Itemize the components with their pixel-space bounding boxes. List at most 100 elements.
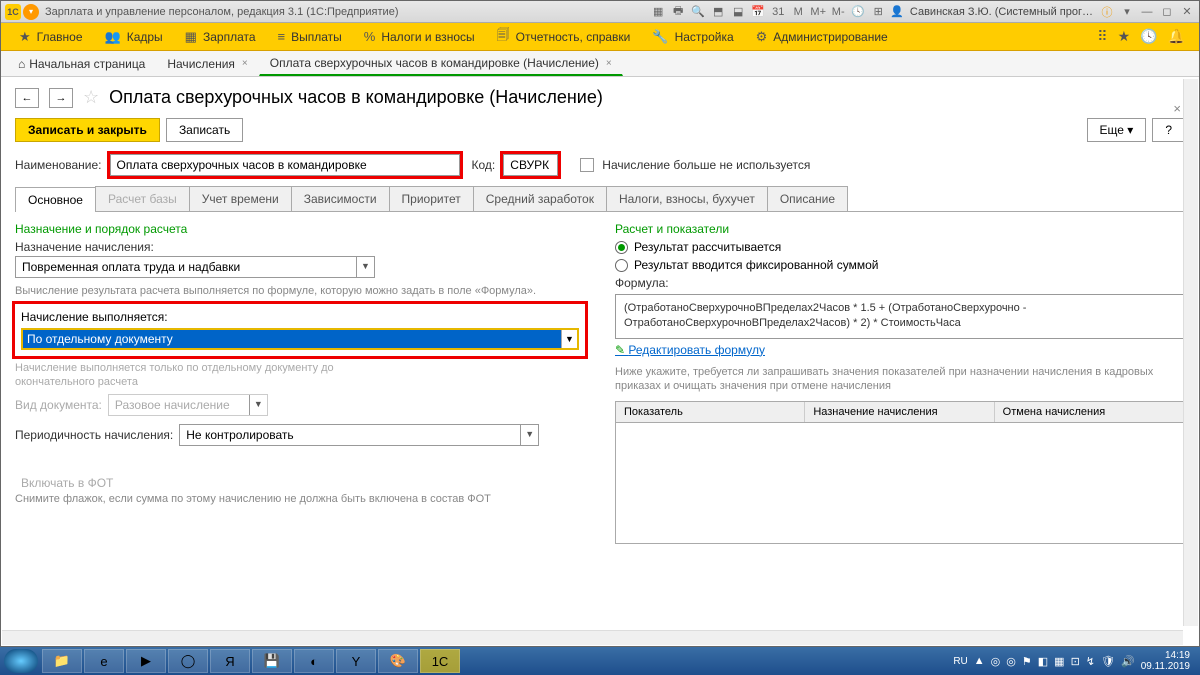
tab-sredniy[interactable]: Средний заработок — [473, 186, 607, 211]
dropdown-icon[interactable]: ▾ — [1119, 4, 1135, 20]
user-icon: 👤 — [890, 5, 904, 18]
tray-icon[interactable]: ◎ — [991, 655, 1001, 668]
panel-close-icon[interactable]: × — [1173, 101, 1181, 116]
crumb-tab2[interactable]: Оплата сверхурочных часов в командировке… — [259, 51, 623, 76]
formula-box: (ОтработаноСверхурочноВПределах2Часов * … — [615, 294, 1185, 339]
info-icon[interactable]: ⓘ — [1099, 4, 1115, 20]
clock-icon[interactable]: 🕓 — [850, 4, 866, 20]
menu-zarplata[interactable]: ▦Зарплата — [175, 25, 266, 49]
more-button[interactable]: Еще ▾ — [1087, 118, 1147, 142]
save-button[interactable]: Записать — [166, 118, 243, 142]
tb-icon[interactable]: ⬓ — [730, 4, 746, 20]
radio-icon — [615, 241, 628, 254]
menu-main[interactable]: ★Главное — [9, 25, 93, 49]
clock[interactable]: 14:19 09.11.2019 — [1141, 650, 1190, 672]
taskbar-ie[interactable]: e — [84, 649, 124, 673]
close-tab-icon[interactable]: × — [606, 58, 612, 69]
taskbar-explorer[interactable]: 📁 — [42, 649, 82, 673]
tb-icon[interactable]: ▦ — [650, 4, 666, 20]
help-button[interactable]: ? — [1152, 118, 1185, 142]
m-icon[interactable]: M — [790, 4, 806, 20]
tab-prior[interactable]: Приоритет — [389, 186, 474, 211]
maximize-icon[interactable]: ◻ — [1159, 4, 1175, 20]
volume-icon[interactable]: 🔊 — [1121, 655, 1135, 668]
tb-icon[interactable]: ⊞ — [870, 4, 886, 20]
page-header: ← → ☆ Оплата сверхурочных часов в команд… — [1, 77, 1199, 114]
name-row: Наименование: Код: Начисление больше не … — [1, 150, 1199, 180]
tray-icon[interactable]: ◧ — [1038, 655, 1048, 668]
radio-fixed[interactable]: Результат вводится фиксированной суммой — [615, 258, 1185, 272]
not-used-checkbox[interactable] — [580, 158, 594, 172]
tab-raschet-bazy[interactable]: Расчет базы — [95, 186, 190, 211]
menu-admin[interactable]: ⚙Администрирование — [746, 25, 898, 49]
favorite-icon[interactable]: ☆ — [83, 87, 99, 108]
history-icon[interactable]: 🕓 — [1140, 28, 1157, 45]
tab-uchet[interactable]: Учет времени — [189, 186, 292, 211]
m-minus-icon[interactable]: M- — [830, 4, 846, 20]
edit-formula-link[interactable]: Редактировать формулу — [615, 343, 765, 357]
period-select[interactable]: Не контролировать ▼ — [179, 424, 539, 446]
app-menu-dropdown-icon[interactable]: ▾ — [23, 4, 39, 20]
chevron-down-icon[interactable]: ▼ — [520, 425, 538, 445]
page-title: Оплата сверхурочных часов в командировке… — [109, 87, 603, 108]
tab-osnovnoe[interactable]: Основное — [15, 187, 96, 212]
search-icon[interactable]: 🔍 — [690, 4, 706, 20]
taskbar-1c[interactable]: 1C — [420, 649, 460, 673]
tray-icon[interactable]: 🛡 — [1101, 655, 1115, 668]
calendar-icon[interactable]: 📅 — [750, 4, 766, 20]
chevron-down-icon[interactable]: ▼ — [356, 257, 374, 277]
menu-kadry[interactable]: 👥Кадры — [95, 25, 173, 49]
tb-icon[interactable]: ⬒ — [710, 4, 726, 20]
tray-icon[interactable]: ⚑ — [1022, 655, 1032, 668]
purpose-select[interactable]: Повременная оплата труда и надбавки ▼ — [15, 256, 375, 278]
taskbar-app[interactable]: ◐ — [294, 649, 334, 673]
menu-nalogi[interactable]: %Налоги и взносы — [354, 25, 485, 48]
close-tab-icon[interactable]: × — [242, 58, 248, 69]
code-input[interactable] — [503, 154, 558, 176]
taskbar-chrome[interactable]: ◯ — [168, 649, 208, 673]
menu-nastroika[interactable]: 🔧Настройка — [642, 25, 743, 49]
star-fav-icon[interactable]: ★ — [1118, 28, 1131, 45]
bell-icon[interactable]: 🔔 — [1168, 28, 1185, 45]
grid-body[interactable] — [616, 423, 1184, 543]
taskbar-paint[interactable]: 🎨 — [378, 649, 418, 673]
apps-icon[interactable]: ⠿ — [1097, 28, 1107, 45]
scrollbar-horizontal[interactable] — [2, 630, 1183, 645]
forward-button[interactable]: → — [49, 88, 73, 108]
tray-icon[interactable]: ▲ — [974, 655, 985, 667]
minimize-icon[interactable]: — — [1139, 4, 1155, 20]
crumb-home[interactable]: ⌂Начальная страница — [7, 52, 156, 76]
taskbar-app[interactable]: Y — [336, 649, 376, 673]
tray-icon[interactable]: ⊡ — [1071, 655, 1080, 668]
tray-icon[interactable]: ◎ — [1006, 655, 1016, 668]
gear-icon: ⚙ — [756, 29, 768, 45]
close-icon[interactable]: ✕ — [1179, 4, 1195, 20]
taskbar-app[interactable]: ▶ — [126, 649, 166, 673]
tab-nalogi[interactable]: Налоги, взносы, бухучет — [606, 186, 768, 211]
tray-icon[interactable]: ▦ — [1054, 655, 1064, 668]
print-icon[interactable]: 🖶 — [670, 4, 686, 20]
save-close-button[interactable]: Записать и закрыть — [15, 118, 160, 142]
start-button[interactable] — [4, 649, 38, 673]
percent-icon: % — [364, 29, 376, 44]
crumb-tab1[interactable]: Начисления× — [156, 52, 258, 76]
exec-select[interactable]: По отдельному документу ▼ — [21, 328, 579, 350]
taskbar-app[interactable]: 💾 — [252, 649, 292, 673]
scrollbar-vertical[interactable] — [1183, 79, 1198, 626]
m-plus-icon[interactable]: M+ — [810, 4, 826, 20]
taskbar-yandex[interactable]: Я — [210, 649, 250, 673]
radio-calc[interactable]: Результат рассчитывается — [615, 240, 1185, 254]
titlebar: 1C ▾ Зарплата и управление персоналом, р… — [1, 1, 1199, 23]
menu-otchet[interactable]: 🗐Отчетность, справки — [487, 22, 641, 52]
taskbar: 📁 e ▶ ◯ Я 💾 ◐ Y 🎨 1C RU ▲ ◎ ◎ ⚑ ◧ ▦ ⊡ ↯ … — [0, 647, 1200, 675]
name-input[interactable] — [110, 154, 460, 176]
main-panel: Назначение и порядок расчета Назначение … — [1, 212, 1199, 554]
tab-zavis[interactable]: Зависимости — [291, 186, 390, 211]
tab-opisanie[interactable]: Описание — [767, 186, 848, 211]
back-button[interactable]: ← — [15, 88, 39, 108]
lang-indicator[interactable]: RU — [953, 656, 967, 667]
tray-icon[interactable]: ↯ — [1086, 655, 1095, 668]
chevron-down-icon[interactable]: ▼ — [561, 330, 577, 348]
menu-vyplaty[interactable]: ≡Выплаты — [268, 25, 352, 48]
date-icon[interactable]: 31 — [770, 4, 786, 20]
